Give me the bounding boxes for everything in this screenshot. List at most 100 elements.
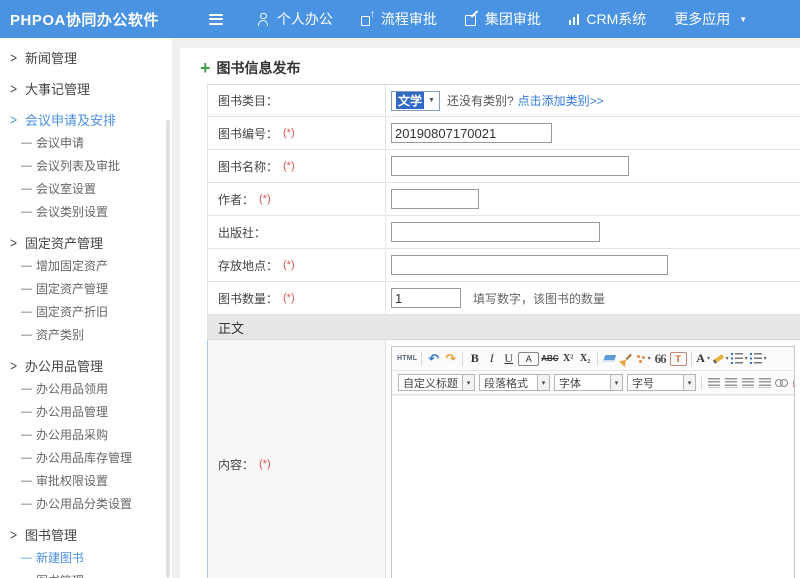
sidebar-item-supplies-manage[interactable]: — 办公用品管理: [0, 400, 172, 423]
form-row-location: 存放地点： (*): [208, 249, 800, 282]
link-icon[interactable]: [774, 374, 789, 391]
superscript-button[interactable]: X²: [561, 350, 576, 367]
form-row-quantity: 图书数量： (*) 填写数字，该图书的数量: [208, 282, 800, 315]
sidebar-item-asset-manage[interactable]: — 固定资产管理: [0, 277, 172, 300]
form-row-author: 作者： (*): [208, 183, 800, 216]
sidebar-item-asset-depreciation[interactable]: — 固定资产折旧: [0, 300, 172, 323]
sidebar-item-approval-permission[interactable]: — 审批权限设置: [0, 469, 172, 492]
strikethrough-button[interactable]: ABC: [541, 350, 558, 367]
top-nav: 个人办公 ↑ 流程审批 集团审批 CRM系统 更多应用 ▼: [243, 9, 761, 29]
subscript-button[interactable]: X₂: [578, 350, 593, 367]
publisher-input[interactable]: [391, 222, 600, 242]
dash-icon: —: [21, 552, 36, 564]
chevron-right-icon: >: [10, 526, 25, 542]
editor-toolbar-row2: 自定义标题 ▾ 段落格式 ▾ 字体 ▾ 字号 ▾: [392, 371, 794, 395]
editor-content-area[interactable]: [392, 395, 794, 578]
bold-button[interactable]: B: [467, 350, 482, 367]
page-title-text: 图书信息发布: [217, 58, 301, 78]
unordered-list-icon[interactable]: ▾: [750, 350, 767, 367]
font-family-select[interactable]: 字体 ▾: [554, 374, 623, 391]
sidebar-group-office-supplies[interactable]: > 办公用品管理: [0, 354, 172, 377]
required-mark: (*): [259, 458, 271, 470]
required-mark: (*): [283, 259, 295, 271]
paragraph-format-select[interactable]: 段落格式 ▾: [479, 374, 550, 391]
format-painter-icon[interactable]: ▾: [636, 350, 651, 367]
align-center-icon[interactable]: [723, 374, 738, 391]
highlight-pen-icon[interactable]: ▾: [713, 350, 729, 367]
blockquote-button[interactable]: 66: [653, 350, 668, 367]
align-justify-icon[interactable]: [757, 374, 772, 391]
rich-text-editor: HTML ↶ ↷ B I U A ABC X² X₂: [391, 346, 795, 578]
nav-label: 流程审批: [381, 9, 437, 29]
nav-personal-office[interactable]: 个人办公: [243, 9, 347, 29]
nav-workflow-approval[interactable]: ↑ 流程审批: [347, 9, 451, 29]
sidebar-item-supplies-claim[interactable]: — 办公用品领用: [0, 377, 172, 400]
font-size-select[interactable]: 字号 ▾: [627, 374, 696, 391]
sidebar-scrollbar[interactable]: [166, 120, 170, 578]
sidebar-item-label: 办公用品管理: [36, 403, 108, 420]
sidebar-item-supplies-category[interactable]: — 办公用品分类设置: [0, 492, 172, 515]
sidebar-item-meeting-apply[interactable]: — 会议申请: [0, 131, 172, 154]
sidebar-group-events[interactable]: > 大事记管理: [0, 77, 172, 100]
sidebar-item-meeting-category[interactable]: — 会议类别设置: [0, 200, 172, 223]
sidebar-group-news[interactable]: > 新闻管理: [0, 46, 172, 69]
sidebar-item-label: 办公用品领用: [36, 380, 108, 397]
field-label: 图书数量： (*): [208, 282, 386, 314]
undo-icon[interactable]: ↶: [426, 350, 441, 367]
eraser-icon[interactable]: [602, 350, 617, 367]
font-border-button[interactable]: A: [518, 352, 539, 366]
html-source-button[interactable]: HTML: [397, 350, 417, 367]
author-input[interactable]: [391, 189, 479, 209]
quantity-input[interactable]: [391, 288, 461, 308]
toolbar-separator: [701, 376, 702, 390]
align-left-icon[interactable]: [706, 374, 721, 391]
sidebar-group-meeting[interactable]: > 会议申请及安排: [0, 108, 172, 131]
top-bar: PHPOA协同办公软件 个人办公 ↑ 流程审批 集团审批 CRM系统 更多应用 …: [0, 0, 800, 38]
nav-label: CRM系统: [586, 9, 646, 29]
sidebar-group-fixed-assets[interactable]: > 固定资产管理: [0, 231, 172, 254]
sidebar-item-label: 新建图书: [36, 549, 84, 566]
form-row-content: 内容： (*) HTML ↶ ↷ B I U A: [207, 340, 800, 578]
add-category-link[interactable]: 点击添加类别>>: [518, 92, 604, 109]
sidebar-item-supplies-purchase[interactable]: — 办公用品采购: [0, 423, 172, 446]
book-code-input[interactable]: [391, 123, 552, 143]
redo-icon[interactable]: ↷: [443, 350, 458, 367]
clear-format-broom-icon[interactable]: [619, 350, 634, 367]
required-mark: (*): [259, 193, 271, 205]
hamburger-menu-icon[interactable]: [205, 10, 227, 29]
ordered-list-icon[interactable]: ▾: [731, 350, 748, 367]
sidebar-item-asset-category[interactable]: — 资产类别: [0, 323, 172, 346]
underline-button[interactable]: U: [501, 350, 516, 367]
book-name-input[interactable]: [391, 156, 629, 176]
sidebar-item-label: 图书管理: [25, 525, 77, 544]
toolbar-separator: [691, 352, 692, 366]
sidebar-group-books[interactable]: > 图书管理: [0, 523, 172, 546]
sidebar-item-new-book[interactable]: — 新建图书: [0, 546, 172, 569]
unlink-icon[interactable]: [791, 374, 794, 391]
sidebar-item-label: 会议申请: [36, 134, 84, 151]
sidebar-item-label: 会议列表及审批: [36, 157, 120, 174]
nav-more-apps[interactable]: 更多应用 ▼: [660, 9, 761, 29]
custom-heading-select[interactable]: 自定义标题 ▾: [398, 374, 475, 391]
sidebar-item-meeting-list[interactable]: — 会议列表及审批: [0, 154, 172, 177]
location-input[interactable]: [391, 255, 668, 275]
sidebar-item-meeting-room[interactable]: — 会议室设置: [0, 177, 172, 200]
compose-icon: [465, 13, 478, 26]
dash-icon: —: [21, 306, 36, 318]
sidebar-item-book-manage[interactable]: — 图书管理: [0, 569, 172, 578]
nav-group-approval[interactable]: 集团审批: [451, 9, 555, 29]
sidebar: > 新闻管理 > 大事记管理 > 会议申请及安排 — 会议申请 — 会议列表及审…: [0, 38, 172, 578]
sidebar-item-label: 会议室设置: [36, 180, 96, 197]
align-right-icon[interactable]: [740, 374, 755, 391]
category-select[interactable]: 文学 ▼: [391, 91, 440, 111]
nav-crm-system[interactable]: CRM系统: [555, 9, 660, 29]
paste-as-text-icon[interactable]: T: [670, 352, 687, 366]
sidebar-item-add-asset[interactable]: — 增加固定资产: [0, 254, 172, 277]
sidebar-item-supplies-inventory[interactable]: — 办公用品库存管理: [0, 446, 172, 469]
required-mark: (*): [283, 160, 295, 172]
app-brand: PHPOA协同办公软件: [10, 9, 159, 30]
italic-button[interactable]: I: [484, 350, 499, 367]
font-color-button[interactable]: A▾: [696, 350, 711, 367]
sidebar-item-label: 办公用品采购: [36, 426, 108, 443]
dash-icon: —: [21, 452, 36, 464]
